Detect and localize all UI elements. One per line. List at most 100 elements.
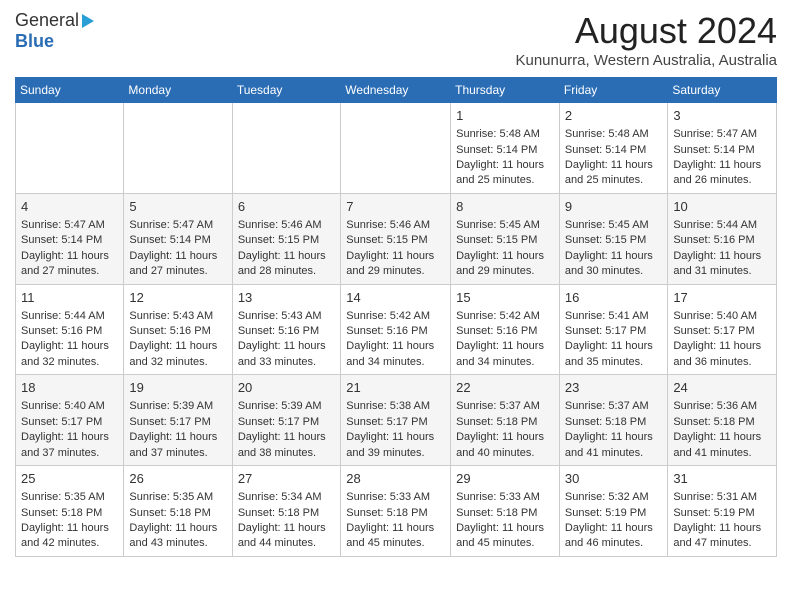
logo-general: General: [15, 10, 79, 31]
day-info: Sunset: 5:17 PM: [673, 324, 771, 339]
calendar-cell: 14Sunrise: 5:42 AMSunset: 5:16 PMDayligh…: [341, 284, 451, 375]
day-number: 21: [346, 379, 445, 397]
calendar-cell: 4Sunrise: 5:47 AMSunset: 5:14 PMDaylight…: [16, 193, 124, 284]
day-info: Sunrise: 5:39 AM: [129, 399, 226, 414]
day-info: and 45 minutes.: [456, 536, 554, 551]
day-info: Sunrise: 5:32 AM: [565, 490, 662, 505]
calendar-body: 1Sunrise: 5:48 AMSunset: 5:14 PMDaylight…: [16, 103, 777, 557]
day-number: 26: [129, 470, 226, 488]
day-number: 8: [456, 198, 554, 216]
day-info: Sunrise: 5:47 AM: [21, 218, 118, 233]
calendar-cell: 23Sunrise: 5:37 AMSunset: 5:18 PMDayligh…: [559, 375, 667, 466]
day-info: Daylight: 11 hours: [346, 249, 445, 264]
day-number: 2: [565, 107, 662, 125]
day-of-week-header: Sunday: [16, 78, 124, 103]
day-info: and 27 minutes.: [21, 264, 118, 279]
day-info: Daylight: 11 hours: [21, 521, 118, 536]
day-number: 16: [565, 289, 662, 307]
day-info: and 41 minutes.: [565, 446, 662, 461]
day-info: Daylight: 11 hours: [21, 430, 118, 445]
day-info: Sunset: 5:15 PM: [346, 233, 445, 248]
day-info: Sunset: 5:18 PM: [456, 506, 554, 521]
day-info: Daylight: 11 hours: [21, 339, 118, 354]
calendar-cell: 24Sunrise: 5:36 AMSunset: 5:18 PMDayligh…: [668, 375, 777, 466]
day-number: 3: [673, 107, 771, 125]
logo-blue: Blue: [15, 31, 54, 51]
day-number: 6: [238, 198, 335, 216]
calendar-cell: 16Sunrise: 5:41 AMSunset: 5:17 PMDayligh…: [559, 284, 667, 375]
day-info: Daylight: 11 hours: [565, 521, 662, 536]
day-number: 27: [238, 470, 335, 488]
day-info: Daylight: 11 hours: [346, 521, 445, 536]
day-info: and 42 minutes.: [21, 536, 118, 551]
day-info: and 34 minutes.: [456, 355, 554, 370]
day-number: 10: [673, 198, 771, 216]
day-number: 18: [21, 379, 118, 397]
logo: General Blue: [15, 10, 94, 52]
day-number: 13: [238, 289, 335, 307]
calendar-cell: 25Sunrise: 5:35 AMSunset: 5:18 PMDayligh…: [16, 466, 124, 557]
day-info: Sunrise: 5:46 AM: [346, 218, 445, 233]
day-info: and 30 minutes.: [565, 264, 662, 279]
calendar-table: SundayMondayTuesdayWednesdayThursdayFrid…: [15, 77, 777, 557]
day-info: Daylight: 11 hours: [565, 249, 662, 264]
calendar-cell: 22Sunrise: 5:37 AMSunset: 5:18 PMDayligh…: [451, 375, 560, 466]
day-info: Sunrise: 5:41 AM: [565, 309, 662, 324]
day-info: Daylight: 11 hours: [565, 430, 662, 445]
day-number: 1: [456, 107, 554, 125]
calendar-cell: 6Sunrise: 5:46 AMSunset: 5:15 PMDaylight…: [232, 193, 340, 284]
day-info: Daylight: 11 hours: [456, 249, 554, 264]
day-info: Sunrise: 5:40 AM: [21, 399, 118, 414]
day-info: and 29 minutes.: [346, 264, 445, 279]
day-info: Sunset: 5:17 PM: [346, 415, 445, 430]
day-info: Daylight: 11 hours: [238, 521, 335, 536]
day-number: 24: [673, 379, 771, 397]
calendar-cell: 26Sunrise: 5:35 AMSunset: 5:18 PMDayligh…: [124, 466, 232, 557]
day-info: Sunset: 5:14 PM: [21, 233, 118, 248]
day-info: Daylight: 11 hours: [129, 249, 226, 264]
calendar-cell: 10Sunrise: 5:44 AMSunset: 5:16 PMDayligh…: [668, 193, 777, 284]
day-info: Daylight: 11 hours: [238, 430, 335, 445]
day-info: and 41 minutes.: [673, 446, 771, 461]
day-info: and 45 minutes.: [346, 536, 445, 551]
day-info: and 40 minutes.: [456, 446, 554, 461]
calendar-week-row: 1Sunrise: 5:48 AMSunset: 5:14 PMDaylight…: [16, 103, 777, 194]
day-info: Sunset: 5:16 PM: [673, 233, 771, 248]
day-info: and 25 minutes.: [456, 173, 554, 188]
day-info: Sunrise: 5:40 AM: [673, 309, 771, 324]
day-info: Daylight: 11 hours: [673, 158, 771, 173]
calendar-cell: 13Sunrise: 5:43 AMSunset: 5:16 PMDayligh…: [232, 284, 340, 375]
day-info: Sunrise: 5:33 AM: [456, 490, 554, 505]
day-info: Sunrise: 5:42 AM: [346, 309, 445, 324]
day-info: Daylight: 11 hours: [346, 430, 445, 445]
day-info: Sunrise: 5:37 AM: [456, 399, 554, 414]
day-info: Sunrise: 5:47 AM: [673, 127, 771, 142]
day-info: Sunrise: 5:48 AM: [456, 127, 554, 142]
day-info: Sunset: 5:18 PM: [346, 506, 445, 521]
day-info: Sunset: 5:15 PM: [456, 233, 554, 248]
day-number: 31: [673, 470, 771, 488]
day-info: Daylight: 11 hours: [129, 521, 226, 536]
day-of-week-header: Tuesday: [232, 78, 340, 103]
day-info: Daylight: 11 hours: [673, 521, 771, 536]
day-info: Sunset: 5:17 PM: [129, 415, 226, 430]
day-of-week-header: Monday: [124, 78, 232, 103]
day-info: Sunset: 5:14 PM: [565, 143, 662, 158]
day-of-week-header: Wednesday: [341, 78, 451, 103]
day-info: Sunrise: 5:44 AM: [673, 218, 771, 233]
day-info: and 33 minutes.: [238, 355, 335, 370]
day-info: Sunrise: 5:45 AM: [456, 218, 554, 233]
calendar-cell: 28Sunrise: 5:33 AMSunset: 5:18 PMDayligh…: [341, 466, 451, 557]
calendar-header-row: SundayMondayTuesdayWednesdayThursdayFrid…: [16, 78, 777, 103]
day-info: Daylight: 11 hours: [238, 249, 335, 264]
day-info: and 46 minutes.: [565, 536, 662, 551]
calendar-week-row: 11Sunrise: 5:44 AMSunset: 5:16 PMDayligh…: [16, 284, 777, 375]
logo-icon: [82, 14, 94, 28]
calendar-week-row: 25Sunrise: 5:35 AMSunset: 5:18 PMDayligh…: [16, 466, 777, 557]
day-info: Sunset: 5:18 PM: [565, 415, 662, 430]
day-info: Daylight: 11 hours: [456, 521, 554, 536]
day-number: 30: [565, 470, 662, 488]
day-info: and 32 minutes.: [129, 355, 226, 370]
day-info: and 32 minutes.: [21, 355, 118, 370]
day-info: Sunrise: 5:48 AM: [565, 127, 662, 142]
